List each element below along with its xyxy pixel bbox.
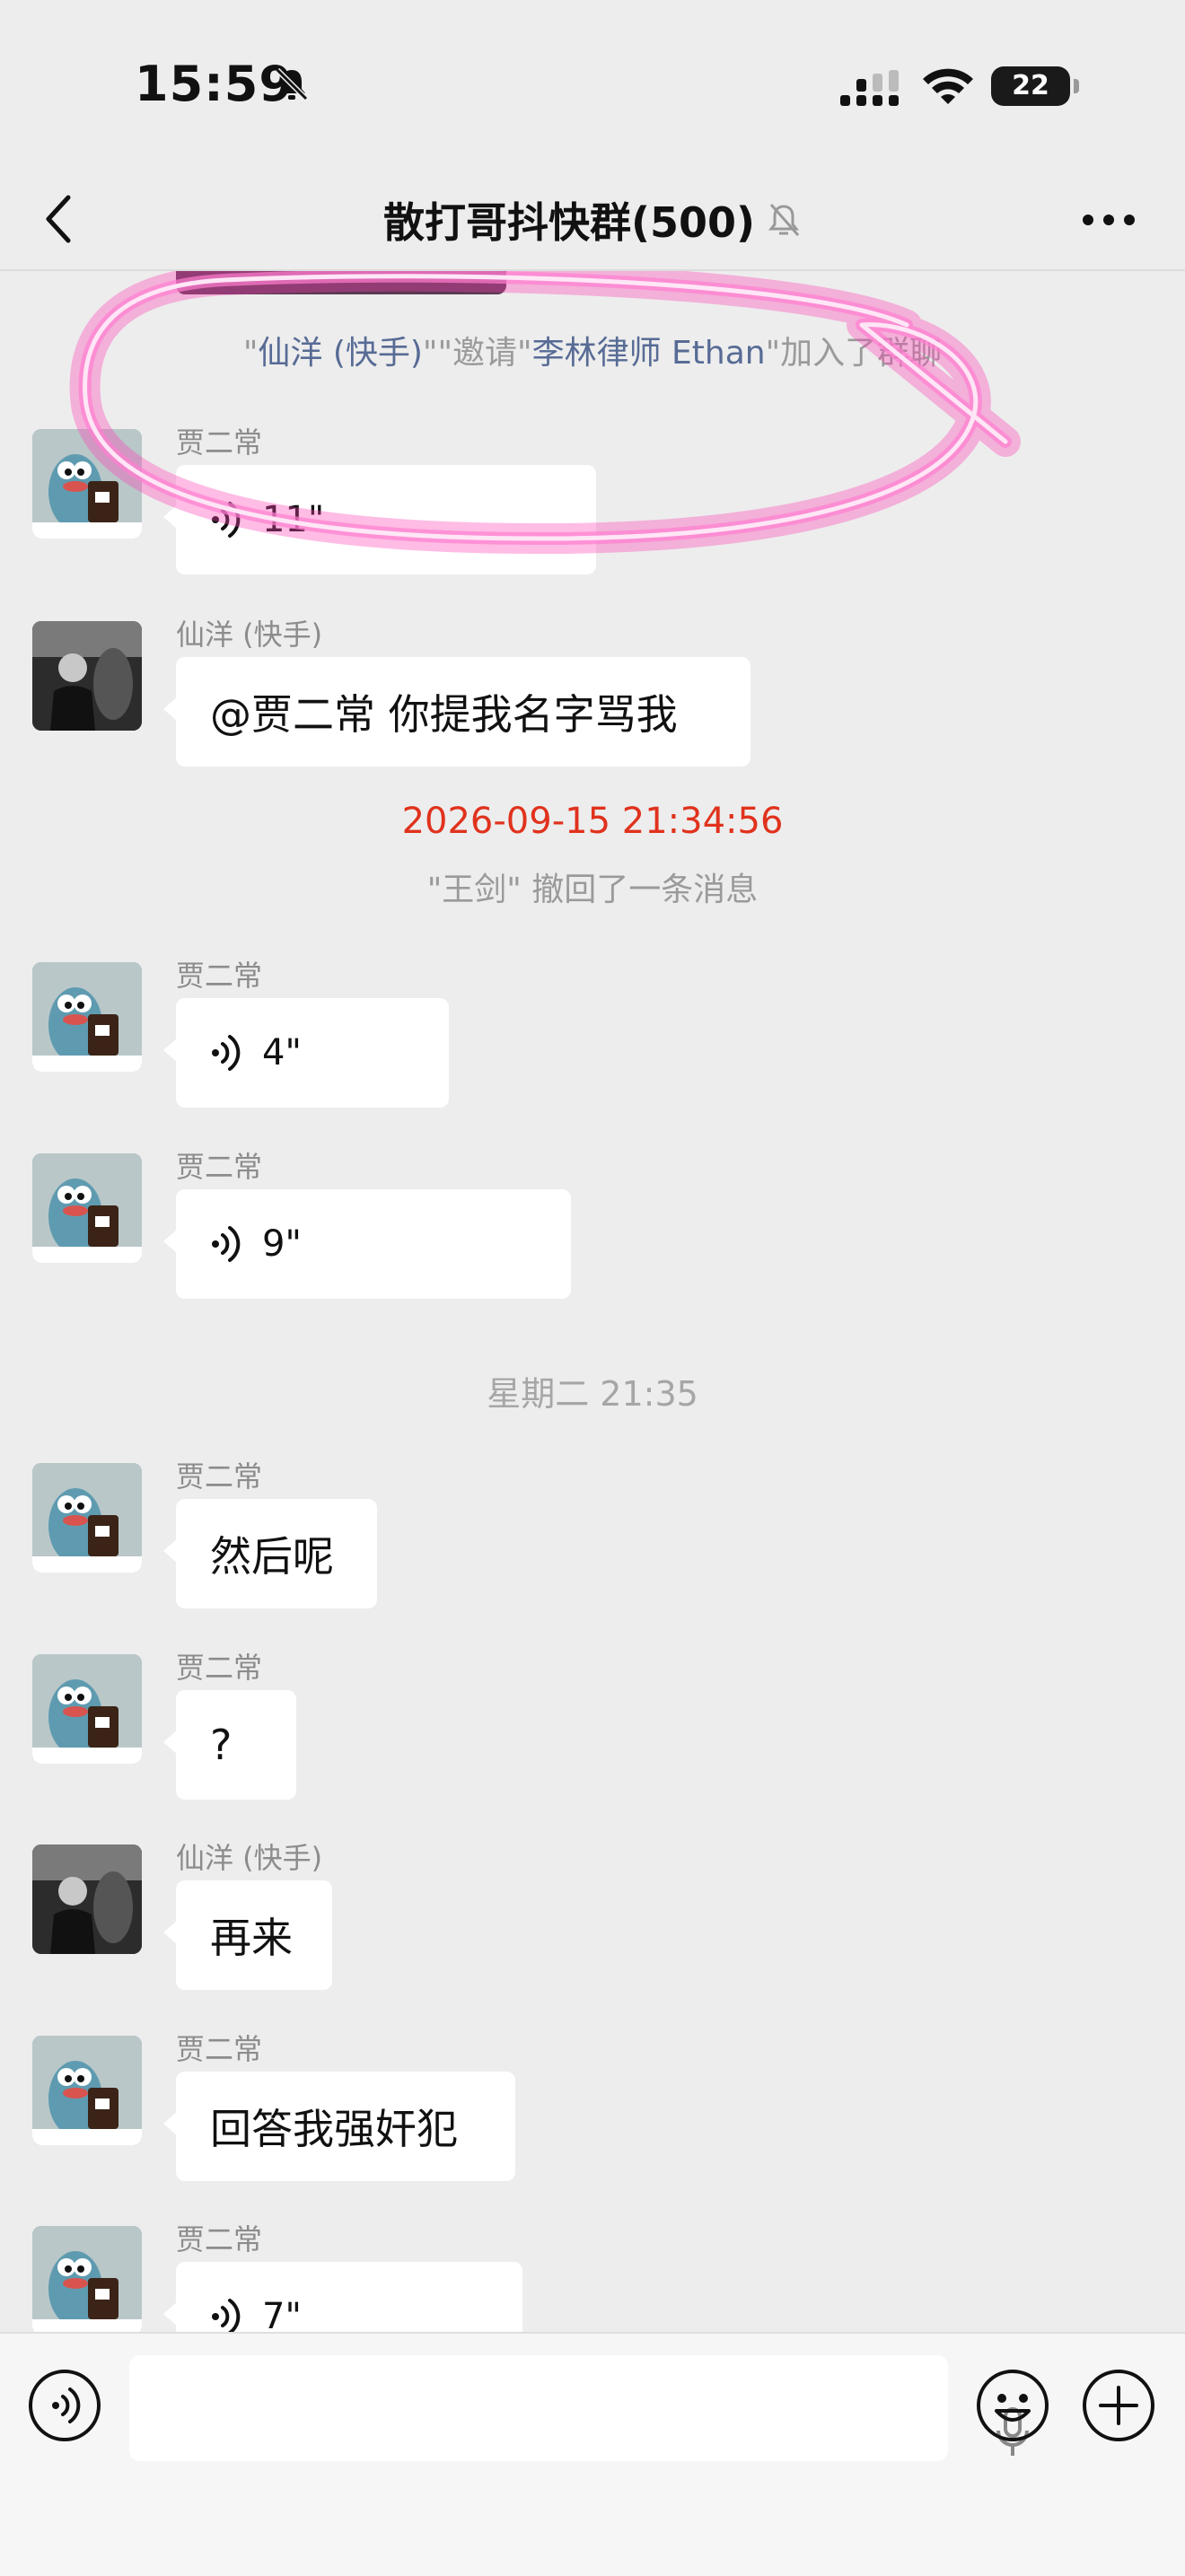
nav-bar: 散打哥抖快群(500) [0,171,1185,271]
status-time: 15:59 [135,56,294,112]
avatar[interactable] [32,962,142,1072]
avatar-image [32,1654,142,1764]
sender-name: 仙洋 (快手) [176,1841,323,1875]
battery-tip [1074,79,1079,93]
sender-name: 贾二常 [176,959,263,993]
text-message-bubble[interactable]: 再来 [163,1880,332,1990]
avatar[interactable] [32,1844,142,1954]
mute-bell-icon [768,204,800,236]
status-bar: 15:59 22 [0,0,1185,171]
text-message-bubble[interactable]: @贾二常 你提我名字骂我 [163,657,750,767]
message-input[interactable] [129,2355,1029,2461]
battery-level: 22 [1012,70,1049,101]
sender-name: 贾二常 [176,1150,263,1184]
sender-name: 贾二常 [176,1459,263,1494]
voice-message-bubble[interactable]: 9" [163,1189,571,1299]
voice-duration: 9" [262,1223,302,1265]
voice-message-bubble[interactable]: 4" [163,998,449,1108]
more-options-button[interactable] [1077,197,1140,242]
voice-wave-icon [212,2299,241,2332]
sender-name: 贾二常 [176,2032,263,2066]
avatar[interactable] [32,1654,142,1764]
voice-message-bubble[interactable]: 7" [163,2262,522,2332]
battery-indicator: 22 [991,66,1070,106]
cellular-signal-icon [840,70,899,106]
timestamp-weekday: 星期二 21:35 [487,1374,698,1414]
voice-wave-icon [212,1226,241,1262]
recall-notice: "王剑" 撤回了一条消息 [426,872,759,908]
more-actions-plus-button[interactable] [1081,2368,1156,2443]
bell-off-icon [275,67,309,101]
avatar-image [32,1463,142,1573]
input-bar [0,2332,1185,2576]
chat-area[interactable]: "仙洋 (快手)""邀请"李林律师 Ethan"加入了群聊 贾二常 11" 仙洋… [0,271,1185,2332]
avatar-image [32,2226,142,2332]
emoji-button[interactable] [975,2368,1050,2443]
avatar-image [32,1844,142,1954]
text-message-bubble[interactable]: 回答我强奸犯 [163,2072,515,2181]
text-message-bubble[interactable]: 然后呢 [163,1499,377,1608]
sender-name: 贾二常 [176,1651,263,1685]
wifi-icon [923,68,973,104]
voice-duration: 4" [262,1032,302,1073]
avatar-image [32,1153,142,1263]
timestamp-red: 2026-09-15 21:34:56 [401,801,784,842]
avatar[interactable] [32,1463,142,1573]
avatar-image [32,962,142,1072]
voice-input-toggle-button[interactable] [27,2368,102,2443]
text-message-bubble[interactable]: ? [163,1690,296,1800]
avatar-image [32,621,142,731]
avatar[interactable] [32,1153,142,1263]
avatar[interactable] [32,621,142,731]
avatar[interactable] [32,2036,142,2145]
voice-duration: 7" [262,2296,302,2332]
title-wrap: 散打哥抖快群(500) [0,171,1185,269]
sender-name: 贾二常 [176,2222,263,2256]
chat-title: 散打哥抖快群(500) [382,198,756,247]
avatar-image [32,2036,142,2145]
avatar[interactable] [32,2226,142,2332]
highlight-scribble [69,271,1021,555]
voice-wave-icon [212,1035,241,1071]
